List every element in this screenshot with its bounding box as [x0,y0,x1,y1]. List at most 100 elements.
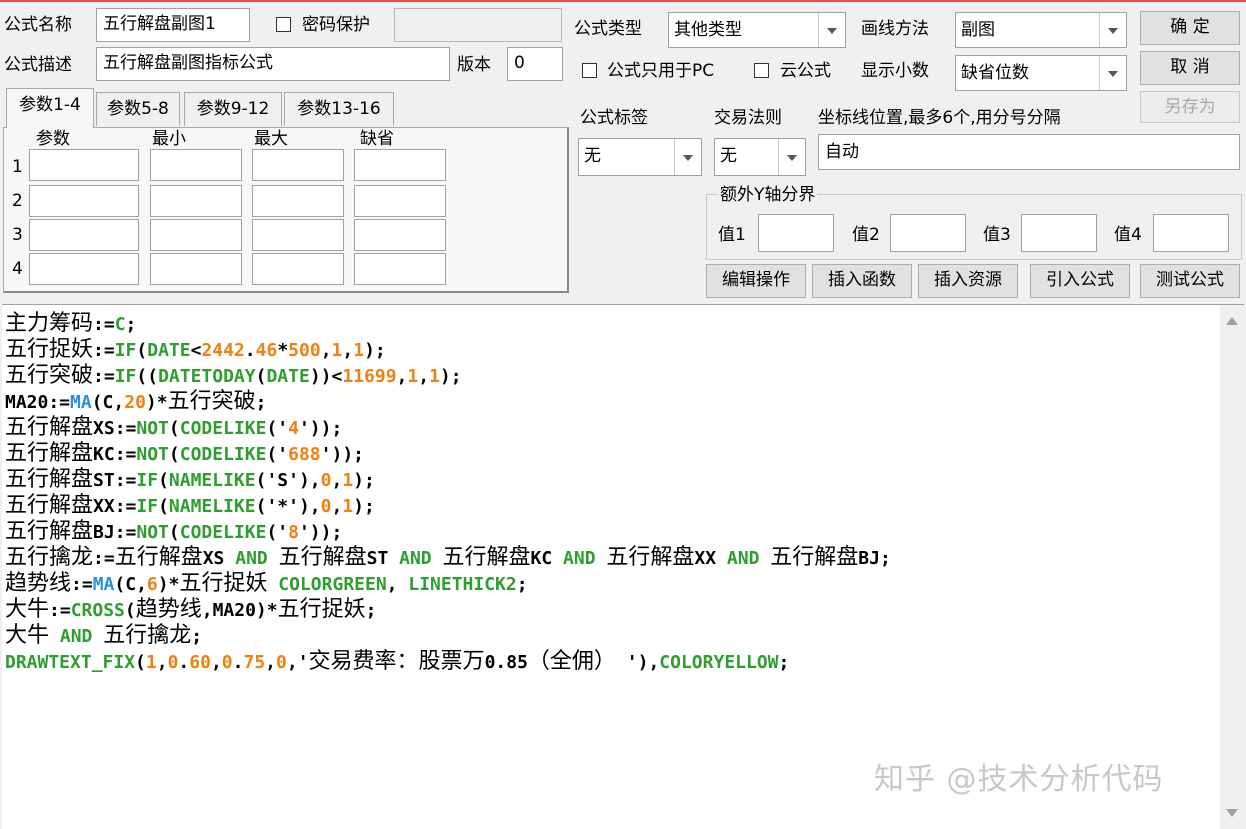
type-label: 公式类型 [574,19,642,39]
name-field[interactable]: 五行解盘副图1 [96,8,250,42]
code-token: 趋势线 [135,597,202,622]
code-line[interactable]: MA20:=MA(C,20)*五行突破; [5,389,891,415]
param-4-default[interactable] [354,253,446,285]
cancel-button[interactable]: 取 消 [1140,51,1240,85]
pc-only-checkbox[interactable] [582,63,597,78]
rule-select[interactable]: 无 [714,138,806,176]
code-token: (( [136,366,159,387]
param-2-default[interactable] [354,185,446,217]
y-value-2-field[interactable] [890,214,966,252]
code-token: 0.85 [484,652,528,673]
axis-label: 坐标线位置,最多6个,用分号分隔 [818,108,1061,128]
save-as-button: 另存为 [1140,91,1240,123]
code-token: * [277,340,289,361]
code-token: BJ; [858,548,891,569]
code-line[interactable]: 五行解盘BJ:=NOT(CODELIKE('8')); [5,519,891,545]
param-1-max[interactable] [252,149,344,181]
code-token: DATETODAY [158,366,256,387]
insert-function-button[interactable]: 插入函数 [812,264,912,298]
cloud-checkbox[interactable] [754,63,769,78]
formula-code[interactable]: 主力筹码:=C; 五行捉妖:=IF(DATE<2442.46*500,1,1); 五… [5,311,891,675]
param-row-number: 2 [12,191,23,211]
y-value-3-field[interactable] [1021,214,1097,252]
code-token: 0 [221,652,233,673]
code-token: 五行捉妖 [5,337,94,362]
code-line[interactable]: 五行解盘XX:=IF(NAMELIKE('*'),0,1); [5,493,891,519]
axis-field[interactable]: 自动 [818,134,1240,170]
tag-select[interactable]: 无 [578,138,702,176]
y-value-4-field[interactable] [1153,214,1229,252]
code-token: NOT [136,522,169,543]
param-row-number: 4 [12,259,23,279]
code-token: 1 [353,340,365,361]
decimals-select[interactable]: 缺省位数 [955,55,1127,91]
password-field [394,8,562,42]
chevron-down-icon[interactable] [1099,13,1126,47]
tab-params-5-8[interactable]: 参数5-8 [96,92,180,126]
param-3-min[interactable] [150,219,242,251]
scroll-down-icon[interactable] [1226,809,1238,817]
vertical-scrollbar[interactable] [1220,305,1244,829]
param-3-default[interactable] [354,219,446,251]
code-line[interactable]: 五行突破:=IF((DATETODAY(DATE))<11699,1,1); [5,363,891,389]
param-1-name[interactable] [29,149,139,181]
code-line[interactable]: DRAWTEXT_FIX(1,0.60,0.75,0,'交易费率：股票万0.85… [5,649,891,675]
param-4-name[interactable] [29,253,139,285]
y-value-3-label: 值3 [983,225,1011,245]
draw-label: 画线方法 [861,19,929,39]
code-line[interactable]: 五行解盘ST:=IF(NAMELIKE('S'),0,1); [5,467,891,493]
code-token: 46 [255,340,278,361]
code-token: MA20:= [5,392,71,413]
ok-button[interactable]: 确 定 [1140,11,1240,45]
code-token: 五行解盘 [5,467,94,492]
chevron-down-icon[interactable] [674,139,701,175]
tab-params-9-12[interactable]: 参数9-12 [184,92,282,126]
tab-params-1-4[interactable]: 参数1-4 [6,88,94,128]
code-token: ( [255,366,267,387]
tab-params-13-16[interactable]: 参数13-16 [284,92,394,126]
code-token: ('*'), [255,496,321,517]
code-line[interactable]: 主力筹码:=C; [5,311,891,337]
code-line[interactable]: 五行擒龙:=五行解盘XS AND 五行解盘ST AND 五行解盘KC AND 五… [5,545,891,571]
code-line[interactable]: 趋势线:=MA(C,6)*五行捉妖 COLORGREEN, LINETHICK2… [5,571,891,597]
code-token: DRAWTEXT_FIX [5,652,136,673]
param-3-name[interactable] [29,219,139,251]
chevron-down-icon[interactable] [1099,56,1126,90]
draw-select[interactable]: 副图 [955,12,1127,48]
chevron-down-icon[interactable] [778,139,805,175]
scroll-up-icon[interactable] [1226,317,1238,325]
password-checkbox[interactable] [276,17,291,32]
chevron-down-icon[interactable] [818,13,845,47]
code-editor[interactable]: 主力筹码:=C; 五行捉妖:=IF(DATE<2442.46*500,1,1); 五… [2,304,1244,829]
code-token: LINETHICK2 [408,574,517,595]
code-line[interactable]: 五行解盘KC:=NOT(CODELIKE('688')); [5,441,891,467]
code-line[interactable]: 五行解盘XS:=NOT(CODELIKE('4')); [5,415,891,441]
insert-resource-button[interactable]: 插入资源 [918,264,1018,298]
param-4-max[interactable] [252,253,344,285]
test-formula-button[interactable]: 测试公式 [1140,264,1240,298]
desc-field[interactable]: 五行解盘副图指标公式 [96,47,450,81]
param-2-min[interactable] [150,185,242,217]
param-3-max[interactable] [252,219,344,251]
param-2-name[interactable] [29,185,139,217]
version-field[interactable]: 0 [507,47,563,81]
code-token: ); [353,470,375,491]
y-value-1-field[interactable] [758,214,834,252]
param-2-max[interactable] [252,185,344,217]
import-formula-button[interactable]: 引入公式 [1030,264,1130,298]
code-line[interactable]: 大牛:=CROSS(趋势线,MA20)*五行捉妖; [5,597,891,623]
code-token: XS:= [93,418,137,439]
param-1-min[interactable] [150,149,242,181]
type-select[interactable]: 其他类型 [668,12,846,48]
param-4-min[interactable] [150,253,242,285]
param-1-default[interactable] [354,149,446,181]
code-line[interactable]: 大牛 AND 五行擒龙; [5,623,891,649]
code-line[interactable]: 五行捉妖:=IF(DATE<2442.46*500,1,1); [5,337,891,363]
code-token: := [49,600,71,621]
code-token: NAMELIKE [168,470,256,491]
code-token: CROSS [70,600,125,621]
edit-ops-button[interactable]: 编辑操作 [706,264,806,298]
code-token: )* [157,574,180,595]
